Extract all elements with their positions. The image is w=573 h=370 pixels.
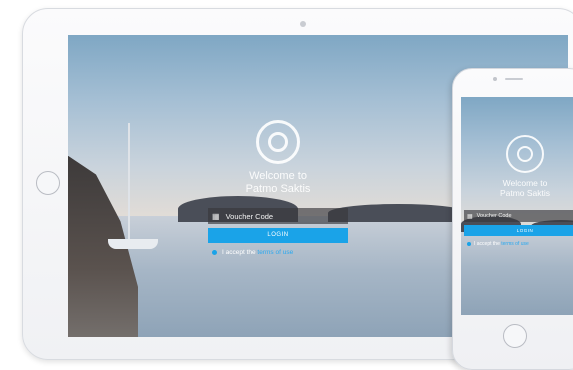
welcome-line-1: Welcome to	[502, 178, 548, 188]
iphone-device: Welcome to Patmo Saktis ▦ Voucher Code L…	[452, 68, 573, 370]
ring-logo-inner	[517, 146, 533, 162]
iphone-screen: Welcome to Patmo Saktis ▦ Voucher Code L…	[461, 97, 573, 315]
login-button[interactable]: LOGIN	[208, 228, 348, 243]
welcome-line-1: Welcome to	[249, 170, 307, 182]
ipad-home-button[interactable]	[36, 171, 60, 195]
ipad-camera	[300, 21, 306, 27]
voucher-placeholder: Voucher Code	[476, 213, 512, 219]
welcome-heading: Welcome to Patmo Saktis	[464, 178, 573, 198]
radio-dot-icon[interactable]	[212, 250, 217, 255]
radio-dot-icon[interactable]	[467, 242, 471, 246]
terms-prefix: I accept the	[474, 241, 500, 247]
welcome-line-2: Patmo Saktis	[245, 183, 311, 195]
voucher-icon: ▦	[467, 213, 473, 220]
background-boat-mast	[128, 123, 130, 243]
iphone-home-button[interactable]	[503, 324, 527, 348]
welcome-line-2: Patmo Saktis	[499, 188, 551, 198]
terms-row: I accept the terms of use	[208, 249, 348, 256]
welcome-heading: Welcome to Patmo Saktis	[208, 170, 348, 196]
login-button[interactable]: LOGIN	[464, 225, 573, 236]
voucher-icon: ▦	[212, 211, 220, 221]
terms-link[interactable]: terms of use	[501, 241, 529, 247]
terms-prefix: I accept the	[222, 249, 256, 256]
iphone-camera	[493, 77, 497, 81]
background-island	[328, 204, 468, 223]
voucher-placeholder: Voucher Code	[225, 211, 274, 221]
login-panel: Welcome to Patmo Saktis ▦ Voucher Code L…	[208, 120, 348, 256]
terms-link[interactable]: terms of use	[257, 249, 293, 256]
terms-row: I accept the terms of use	[464, 241, 573, 247]
ring-logo-icon	[256, 120, 300, 164]
background-boat	[108, 239, 158, 249]
voucher-code-input[interactable]: ▦ Voucher Code	[464, 210, 573, 222]
ring-logo-icon	[506, 135, 544, 173]
voucher-code-input[interactable]: ▦ Voucher Code	[208, 208, 348, 224]
login-panel: Welcome to Patmo Saktis ▦ Voucher Code L…	[464, 135, 573, 247]
iphone-speaker	[505, 78, 523, 80]
ring-logo-inner	[268, 132, 288, 152]
